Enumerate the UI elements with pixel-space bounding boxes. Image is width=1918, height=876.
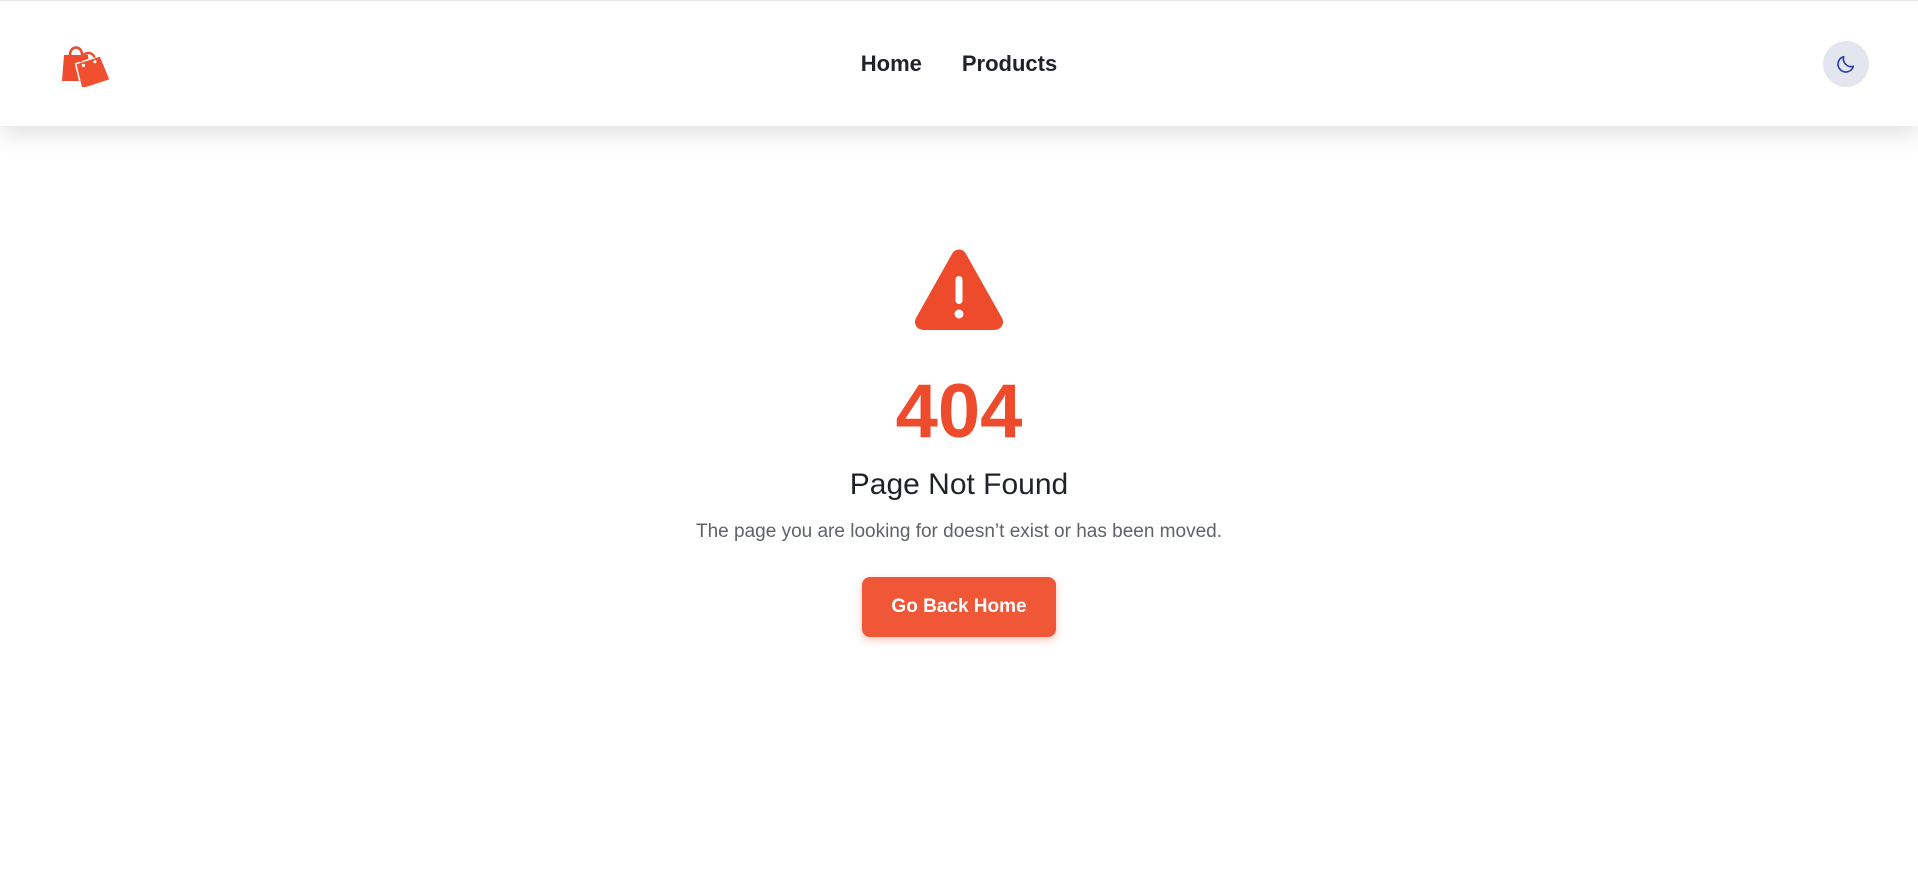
moon-icon	[1837, 55, 1855, 73]
main-nav: Home Products	[0, 1, 1918, 127]
top-navigation-bar: Home Products	[0, 0, 1918, 126]
theme-toggle-button[interactable]	[1823, 41, 1869, 87]
shopping-bags-icon[interactable]	[62, 41, 112, 91]
nav-link-products[interactable]: Products	[962, 51, 1057, 77]
error-message: The page you are looking for doesn’t exi…	[696, 521, 1222, 542]
nav-link-home[interactable]: Home	[861, 51, 922, 77]
error-title: Page Not Found	[849, 468, 1069, 501]
error-code: 404	[895, 369, 1023, 454]
warning-triangle-icon	[914, 249, 1004, 330]
logo-graphic	[62, 46, 112, 91]
go-back-home-button[interactable]: Go Back Home	[862, 577, 1056, 637]
